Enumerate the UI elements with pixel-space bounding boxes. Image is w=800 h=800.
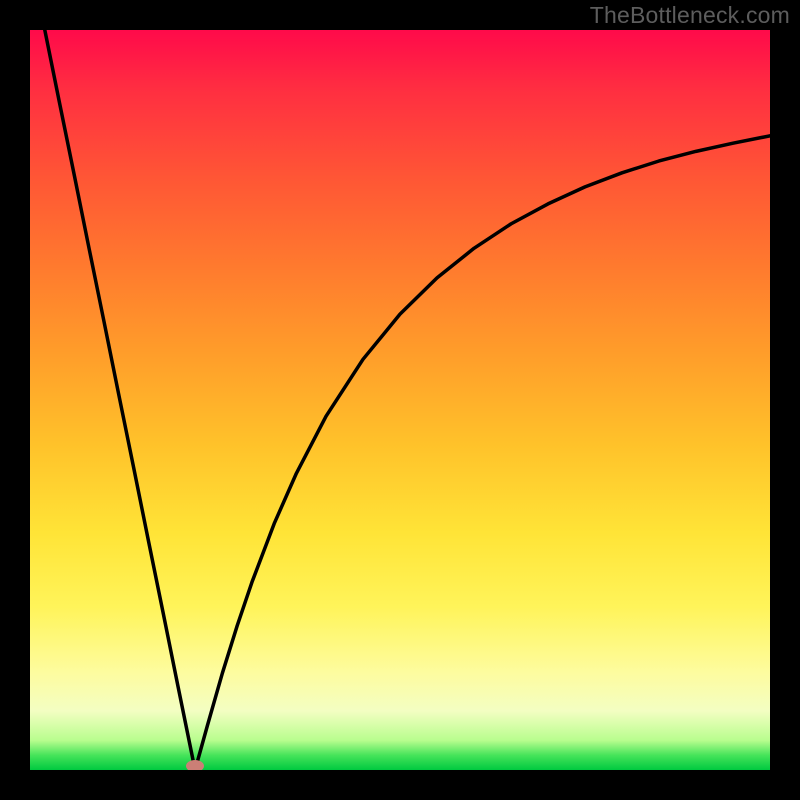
chart-frame: TheBottleneck.com [0,0,800,800]
bottleneck-curve [30,30,770,770]
minimum-marker-icon [186,760,204,770]
watermark-text: TheBottleneck.com [590,2,790,29]
plot-area [30,30,770,770]
